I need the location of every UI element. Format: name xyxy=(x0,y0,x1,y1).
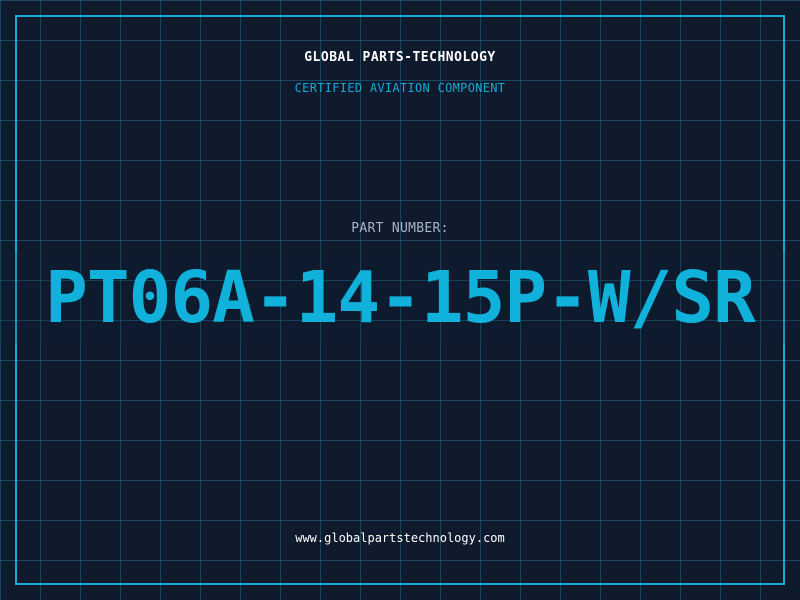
part-number-label: PART NUMBER: xyxy=(351,221,449,236)
company-name: GLOBAL PARTS-TECHNOLOGY xyxy=(304,50,496,65)
website-url: www.globalpartstechnology.com xyxy=(295,531,505,545)
part-number-value: PT06A-14-15P-W/SR xyxy=(0,252,800,344)
label-card: GLOBAL PARTS-TECHNOLOGY CERTIFIED AVIATI… xyxy=(0,0,800,600)
certification-tagline: CERTIFIED AVIATION COMPONENT xyxy=(294,81,506,95)
